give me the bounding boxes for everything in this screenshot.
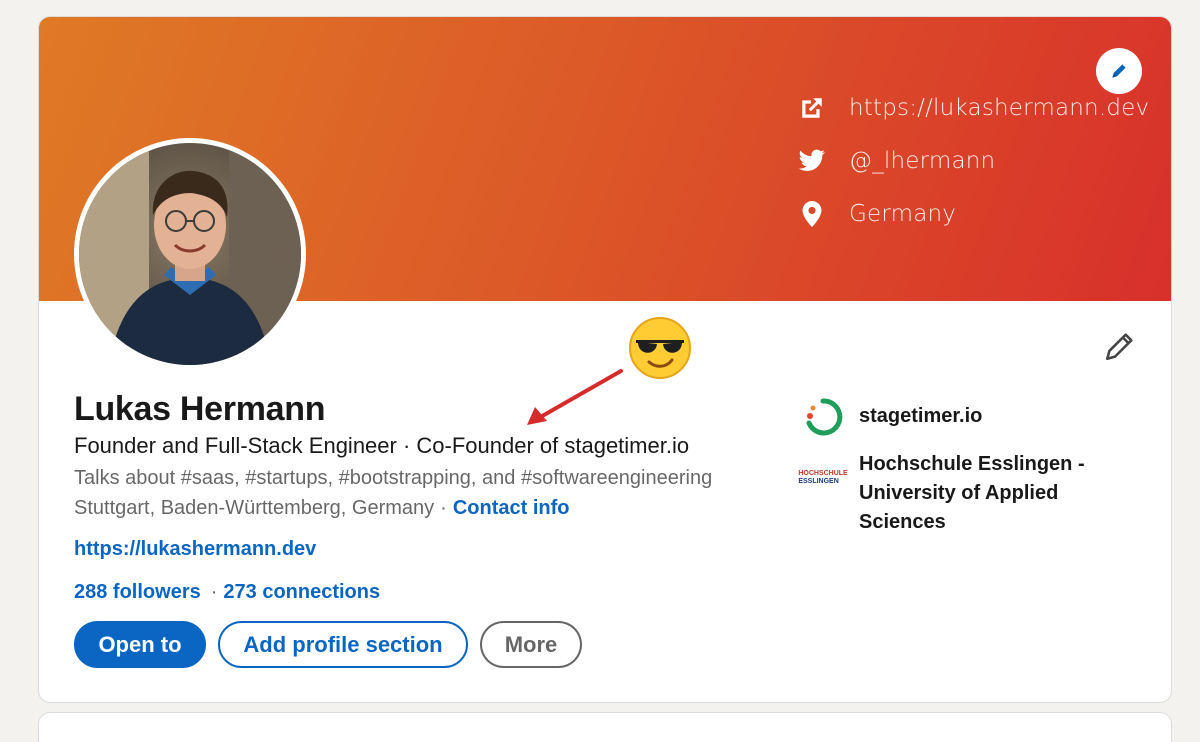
banner-website-text: https://lukashermann.dev	[849, 95, 1150, 121]
education-school[interactable]: HOCHSCHULE ESSLINGEN Hochschule Esslinge…	[798, 450, 1119, 537]
avatar	[79, 143, 301, 365]
profile-name: Lukas Hermann	[74, 390, 326, 428]
profile-location: Stuttgart, Baden-Württemberg, Germany · Co…	[74, 497, 569, 520]
pencil-icon	[1112, 64, 1126, 78]
banner-website[interactable]: https://lukashermann.dev	[797, 93, 1149, 123]
avatar-illustration	[79, 143, 301, 365]
next-card	[38, 712, 1172, 742]
contact-info-link[interactable]: Contact info	[453, 497, 570, 519]
connections-link[interactable]: 273 connections	[223, 581, 380, 603]
school-logo-line1: HOCHSCHULE	[798, 470, 848, 477]
profile-photo[interactable]	[74, 138, 306, 370]
banner-location-text: Germany	[849, 201, 957, 227]
profile-card: https://lukashermann.dev @_lhermann Germ…	[38, 16, 1172, 703]
current-company[interactable]: stagetimer.io	[801, 395, 982, 439]
more-button[interactable]: More	[480, 621, 582, 668]
separator-dot: ·	[210, 581, 218, 603]
edit-banner-button[interactable]	[1096, 48, 1142, 94]
external-link-icon	[797, 93, 827, 123]
school-logo-line2: ESSLINGEN	[798, 478, 839, 485]
add-profile-section-button[interactable]: Add profile section	[218, 621, 468, 668]
location-pin-icon	[797, 199, 827, 229]
edit-intro-pencil-icon[interactable]	[1103, 329, 1137, 363]
company-name: stagetimer.io	[859, 405, 983, 427]
stagetimer-logo-icon	[801, 395, 845, 439]
location-text: Stuttgart, Baden-Württemberg, Germany	[74, 497, 435, 519]
banner-twitter[interactable]: @_lhermann	[797, 146, 995, 176]
open-to-button[interactable]: Open to	[74, 621, 206, 668]
twitter-icon	[797, 146, 827, 176]
banner-twitter-text: @_lhermann	[849, 148, 996, 174]
followers-link[interactable]: 288 followers	[74, 581, 201, 603]
profile-actions: Open to Add profile section More	[74, 621, 582, 668]
profile-website-link[interactable]: https://lukashermann.dev	[74, 538, 316, 561]
hochschule-esslingen-logo-icon: HOCHSCHULE ESSLINGEN	[798, 450, 848, 494]
sunglasses-emoji-icon	[629, 317, 691, 379]
profile-headline: Founder and Full-Stack Engineer · Co-Fou…	[74, 433, 690, 458]
school-name: Hochschule Esslingen - University of App…	[859, 453, 1085, 533]
banner-location: Germany	[797, 199, 956, 229]
separator-dot: ·	[440, 497, 447, 519]
network-stats: 288 followers · 273 connections	[74, 581, 380, 604]
profile-talks-about: Talks about #saas, #startups, #bootstrap…	[74, 467, 713, 489]
annotation-arrow-icon	[527, 369, 623, 425]
